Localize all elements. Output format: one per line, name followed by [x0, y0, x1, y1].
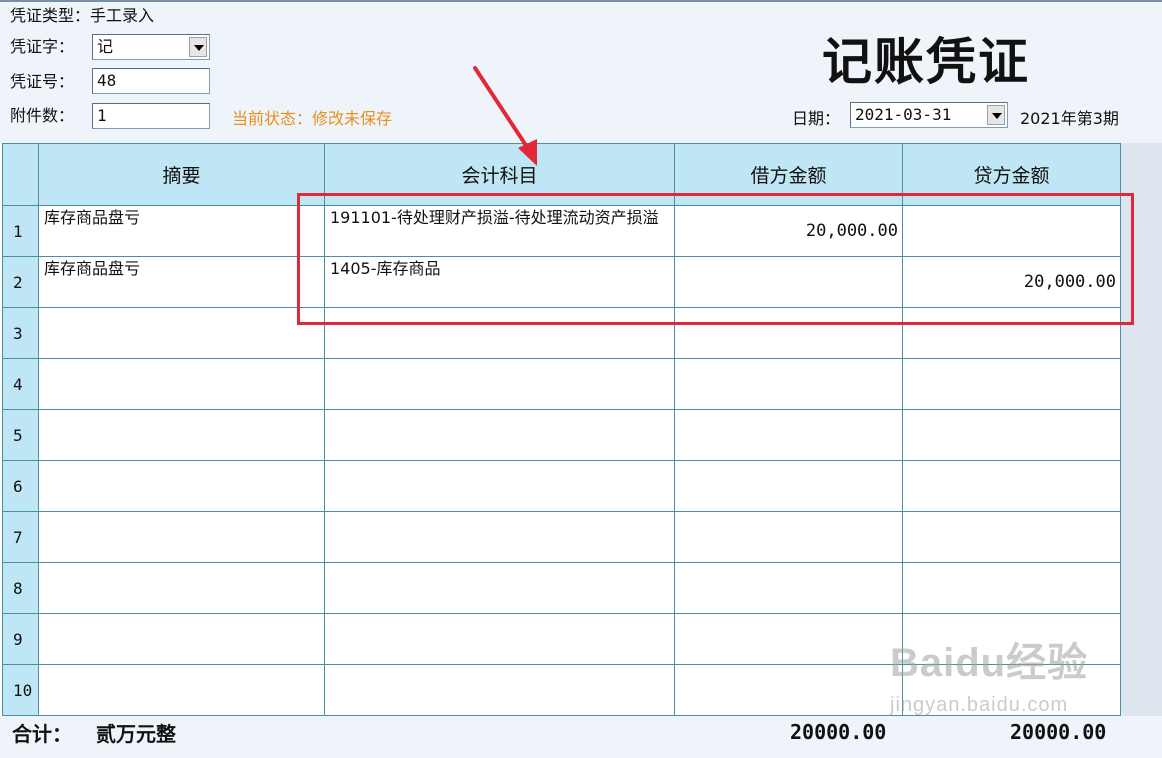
account-cell[interactable]: [324, 511, 675, 563]
row-number[interactable]: 2: [2, 256, 39, 308]
date-label: 日期：: [792, 109, 841, 128]
credit-cell[interactable]: [902, 511, 1121, 563]
period-text: 2021年第3期: [1020, 109, 1119, 128]
table-row[interactable]: 3: [2, 307, 1121, 359]
account-cell[interactable]: [324, 307, 675, 359]
voucher-word-select[interactable]: 记: [92, 34, 210, 60]
summary-cell[interactable]: [38, 511, 325, 563]
credit-cell[interactable]: [902, 664, 1121, 716]
voucher-entry-table: 摘要 会计科目 借方金额 贷方金额 1 库存商品盘亏 191101-待处理财产损…: [2, 143, 1121, 716]
column-header-summary[interactable]: 摘要: [38, 143, 325, 206]
voucher-word-value: 记: [97, 37, 114, 56]
credit-cell[interactable]: [902, 358, 1121, 410]
grid-scroll-area[interactable]: [1120, 143, 1162, 716]
attachments-label: 附件数：: [10, 106, 75, 125]
total-label: 合计：: [12, 722, 72, 746]
column-header-debit[interactable]: 借方金额: [674, 143, 903, 206]
account-cell[interactable]: [324, 562, 675, 614]
chevron-down-icon[interactable]: [987, 105, 1005, 125]
voucher-word-label: 凭证字：: [10, 37, 75, 56]
row-number[interactable]: 5: [2, 409, 39, 461]
table-header-row: 摘要 会计科目 借方金额 贷方金额: [2, 143, 1121, 206]
debit-cell[interactable]: [674, 358, 903, 410]
summary-cell[interactable]: [38, 562, 325, 614]
table-row[interactable]: 10: [2, 664, 1121, 716]
debit-cell[interactable]: [674, 613, 903, 665]
row-number[interactable]: 7: [2, 511, 39, 563]
row-number[interactable]: 8: [2, 562, 39, 614]
page-title: 记账凭证: [822, 32, 1030, 91]
credit-total: 20000.00: [1010, 720, 1107, 744]
row-number-header: [2, 143, 39, 206]
row-number[interactable]: 9: [2, 613, 39, 665]
account-cell[interactable]: 1405-库存商品: [324, 256, 675, 308]
summary-cell[interactable]: [38, 409, 325, 461]
table-row[interactable]: 8: [2, 562, 1121, 614]
voucher-type-row: 凭证类型：手工录入: [10, 6, 154, 26]
attachments-input[interactable]: 1: [92, 103, 210, 129]
table-row[interactable]: 6: [2, 460, 1121, 512]
account-cell[interactable]: [324, 664, 675, 716]
credit-cell[interactable]: [902, 409, 1121, 461]
account-cell[interactable]: [324, 460, 675, 512]
debit-cell[interactable]: [674, 511, 903, 563]
summary-cell[interactable]: 库存商品盘亏: [38, 205, 325, 257]
credit-cell[interactable]: [902, 307, 1121, 359]
account-cell[interactable]: 191101-待处理财产损溢-待处理流动资产损溢: [324, 205, 675, 257]
summary-cell[interactable]: [38, 460, 325, 512]
summary-cell[interactable]: [38, 358, 325, 410]
debit-cell[interactable]: 20,000.00: [674, 205, 903, 257]
table-row[interactable]: 4: [2, 358, 1121, 410]
credit-cell[interactable]: [902, 562, 1121, 614]
voucher-type-value: 手工录入: [90, 6, 155, 25]
account-cell[interactable]: [324, 358, 675, 410]
credit-cell[interactable]: 20,000.00: [902, 256, 1121, 308]
status-text: 当前状态：修改未保存: [232, 109, 393, 128]
row-number[interactable]: 1: [2, 205, 39, 257]
debit-cell[interactable]: [674, 307, 903, 359]
table-row[interactable]: 1 库存商品盘亏 191101-待处理财产损溢-待处理流动资产损溢 20,000…: [2, 205, 1121, 257]
credit-cell[interactable]: [902, 460, 1121, 512]
debit-cell[interactable]: [674, 664, 903, 716]
account-cell[interactable]: [324, 409, 675, 461]
row-number[interactable]: 10: [2, 664, 39, 716]
debit-cell[interactable]: [674, 409, 903, 461]
row-number[interactable]: 6: [2, 460, 39, 512]
credit-cell[interactable]: [902, 613, 1121, 665]
account-cell[interactable]: [324, 613, 675, 665]
window-top-border: [0, 0, 1162, 2]
table-row[interactable]: 5: [2, 409, 1121, 461]
column-header-credit[interactable]: 贷方金额: [902, 143, 1121, 206]
row-number[interactable]: 3: [2, 307, 39, 359]
chevron-down-icon[interactable]: [189, 37, 207, 57]
voucher-no-label: 凭证号：: [10, 72, 75, 91]
table-row[interactable]: 9: [2, 613, 1121, 665]
voucher-type-label: 凭证类型：: [10, 6, 91, 25]
date-value: 2021-03-31: [855, 105, 952, 124]
date-select[interactable]: 2021-03-31: [850, 102, 1008, 128]
debit-cell[interactable]: [674, 460, 903, 512]
row-number[interactable]: 4: [2, 358, 39, 410]
summary-cell[interactable]: [38, 664, 325, 716]
credit-cell[interactable]: [902, 205, 1121, 257]
debit-total: 20000.00: [790, 720, 887, 744]
column-header-account[interactable]: 会计科目: [324, 143, 675, 206]
debit-cell[interactable]: [674, 256, 903, 308]
table-row[interactable]: 7: [2, 511, 1121, 563]
summary-cell[interactable]: 库存商品盘亏: [38, 256, 325, 308]
summary-cell[interactable]: [38, 307, 325, 359]
total-amount-words: 贰万元整: [96, 722, 176, 746]
debit-cell[interactable]: [674, 562, 903, 614]
voucher-no-input[interactable]: 48: [92, 68, 210, 94]
summary-cell[interactable]: [38, 613, 325, 665]
table-row[interactable]: 2 库存商品盘亏 1405-库存商品 20,000.00: [2, 256, 1121, 308]
